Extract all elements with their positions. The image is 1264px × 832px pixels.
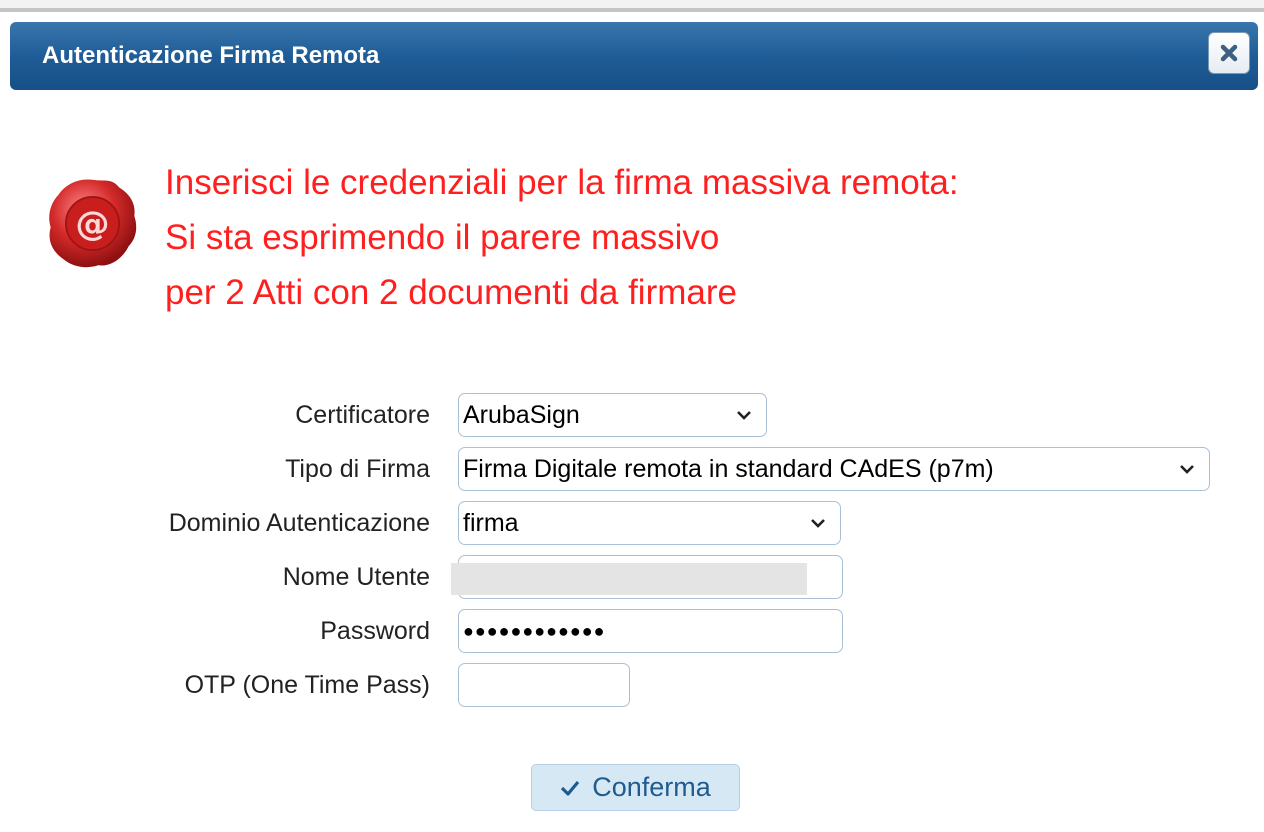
redacted-username bbox=[451, 563, 807, 595]
certificatore-select[interactable]: ArubaSign bbox=[458, 393, 767, 437]
message-line-1: Inserisci le credenziali per la firma ma… bbox=[165, 163, 959, 202]
top-edge-strip bbox=[0, 0, 1264, 12]
dialog-title: Autenticazione Firma Remota bbox=[42, 42, 380, 69]
close-button[interactable] bbox=[1208, 32, 1250, 74]
seal-at-icon: @ bbox=[49, 179, 137, 268]
certificatore-label: Certificatore bbox=[295, 401, 430, 429]
checkmark-icon bbox=[561, 780, 580, 796]
dominio-select[interactable]: firma bbox=[458, 501, 841, 545]
confirm-button[interactable]: Conferma bbox=[531, 764, 740, 811]
chevron-down-icon bbox=[737, 411, 751, 420]
password-input[interactable]: ●●●●●●●●●●●● bbox=[458, 609, 843, 653]
dominio-value: firma bbox=[463, 509, 519, 537]
password-label: Password bbox=[320, 617, 430, 645]
chevron-down-icon bbox=[1180, 465, 1194, 474]
message-line-2: Si sta esprimendo il parere massivo bbox=[165, 218, 720, 257]
tipo-firma-label: Tipo di Firma bbox=[285, 455, 430, 483]
message-line-3: per 2 Atti con 2 documenti da firmare bbox=[165, 273, 737, 312]
dialog-titlebar[interactable]: Autenticazione Firma Remota bbox=[10, 22, 1258, 90]
dominio-label: Dominio Autenticazione bbox=[168, 509, 430, 537]
nome-utente-input[interactable] bbox=[451, 555, 843, 599]
password-value: ●●●●●●●●●●●● bbox=[463, 621, 606, 641]
nome-utente-label: Nome Utente bbox=[282, 563, 430, 591]
svg-text:@: @ bbox=[75, 204, 109, 244]
certificatore-value: ArubaSign bbox=[463, 401, 580, 429]
chevron-down-icon bbox=[811, 519, 825, 528]
tipo-firma-value: Firma Digitale remota in standard CAdES … bbox=[463, 455, 994, 483]
tipo-firma-select[interactable]: Firma Digitale remota in standard CAdES … bbox=[458, 447, 1210, 491]
confirm-button-label: Conferma bbox=[592, 772, 711, 802]
instruction-message: Inserisci le credenziali per la firma ma… bbox=[165, 155, 959, 320]
otp-input[interactable] bbox=[458, 663, 630, 707]
close-icon bbox=[1220, 44, 1238, 62]
otp-label: OTP (One Time Pass) bbox=[184, 671, 430, 699]
